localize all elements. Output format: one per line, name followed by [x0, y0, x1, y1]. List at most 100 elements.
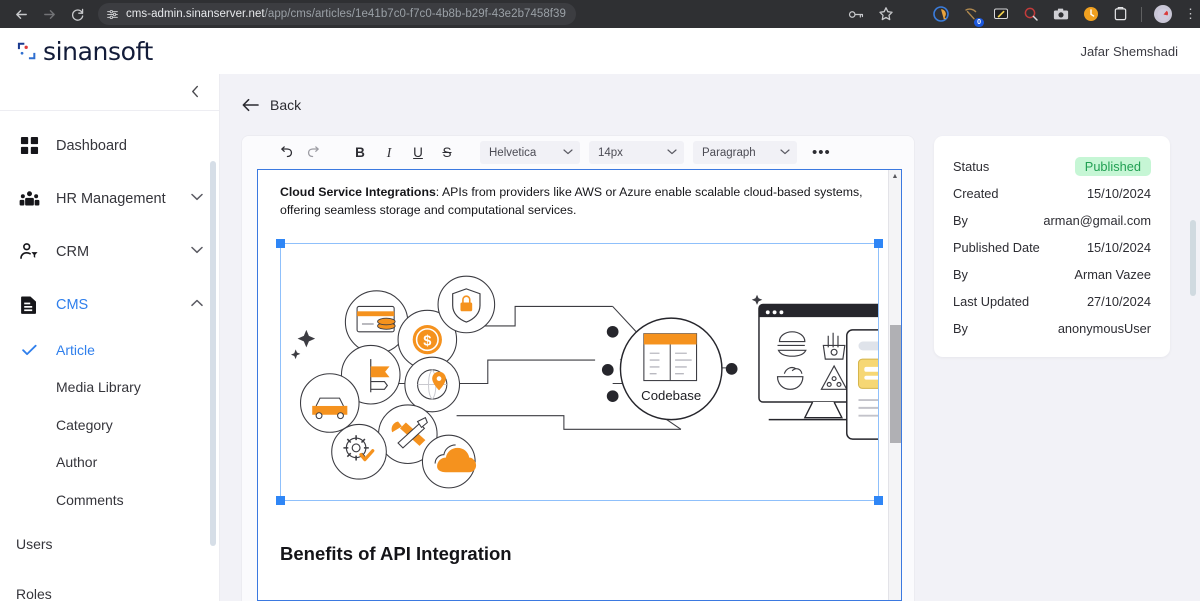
resize-handle-bottom-right[interactable]	[874, 496, 883, 505]
coin-dollar-icon: $	[412, 324, 442, 355]
app-logo[interactable]: sinansoft	[16, 37, 153, 66]
url-host: cms-admin.sinanserver.net	[126, 8, 265, 20]
metadata-row-published-date: Published Date 15/10/2024	[953, 234, 1151, 261]
codebase-label: Codebase	[641, 388, 701, 403]
redo-icon[interactable]	[301, 141, 327, 165]
kebab-menu-icon[interactable]: ⋮	[1184, 7, 1197, 20]
back-button[interactable]: Back	[242, 97, 301, 113]
content-columns: B I U S Helvetica 14px Paragraph ••• Clo…	[220, 136, 1200, 601]
sidebar-item-crm[interactable]: CRM	[0, 225, 219, 278]
browser-actions: 0 ⋮	[848, 5, 1197, 27]
metadata-value: arman@gmail.com	[1043, 213, 1151, 228]
search-magnifier-icon[interactable]	[1022, 6, 1039, 23]
metadata-value: anonymousUser	[1057, 321, 1151, 336]
back-row: Back	[220, 74, 1200, 136]
metadata-value: 15/10/2024	[1086, 240, 1151, 255]
editor-toolbar: B I U S Helvetica 14px Paragraph •••	[242, 136, 914, 169]
metadata-row-created: Created 15/10/2024	[953, 180, 1151, 207]
italic-button[interactable]: I	[376, 141, 402, 165]
browser-reload-button[interactable]	[64, 1, 90, 27]
extension-badge: 0	[974, 17, 984, 27]
sidebar-item-media-library[interactable]: Media Library	[0, 369, 219, 407]
metadata-key: Created	[953, 186, 999, 201]
camera-icon[interactable]	[1052, 6, 1069, 23]
arrow-right-icon	[43, 9, 55, 19]
article-info-column: Status Published Created 15/10/2024 By a…	[934, 136, 1170, 601]
profile-avatar[interactable]	[1154, 5, 1172, 23]
site-settings-icon[interactable]	[106, 8, 119, 21]
browser-forward-button[interactable]	[36, 1, 62, 27]
sidebar-item-users[interactable]: Users	[0, 519, 219, 569]
credit-card-icon	[356, 305, 396, 333]
reload-icon	[71, 8, 83, 21]
sidebar-item-dashboard[interactable]: Dashboard	[0, 119, 219, 172]
app-logo-text: sinansoft	[43, 36, 153, 66]
metadata-key: Last Updated	[953, 294, 1030, 309]
sidebar-item-author[interactable]: Author	[0, 444, 219, 482]
underline-button[interactable]: U	[405, 141, 431, 165]
url-text: cms-admin.sinanserver.net/app/cms/articl…	[126, 8, 566, 20]
api-integration-illustration: $ Codebase	[290, 275, 878, 489]
sidebar: Dashboard HR Management CRM CMS Article …	[0, 74, 220, 601]
page-scrollbar-thumb[interactable]	[1190, 220, 1196, 296]
back-button-label: Back	[270, 97, 302, 113]
browser-back-button[interactable]	[8, 1, 34, 27]
qbittorrent-icon[interactable]	[932, 6, 949, 23]
app-body: Dashboard HR Management CRM CMS Article …	[0, 74, 1200, 601]
editor-scrollbar[interactable]: ▲	[888, 170, 901, 600]
sidebar-item-comments[interactable]: Comments	[0, 481, 219, 519]
chevron-down-icon[interactable]	[191, 193, 203, 204]
block-format-select[interactable]: Paragraph	[693, 141, 797, 164]
key-icon[interactable]	[848, 6, 865, 23]
metadata-key: By	[953, 321, 968, 336]
sidebar-scrollbar-thumb[interactable]	[210, 161, 216, 546]
resize-handle-bottom-left[interactable]	[276, 496, 285, 505]
sidebar-item-label: CMS	[56, 296, 89, 313]
font-size-select[interactable]: 14px	[589, 141, 684, 164]
bold-button[interactable]: B	[347, 141, 373, 165]
svg-text:$: $	[423, 333, 431, 349]
sidebar-item-article[interactable]: Article	[0, 331, 219, 369]
sidebar-scrollbar[interactable]	[210, 161, 216, 573]
star-icon[interactable]	[877, 6, 894, 23]
browser-toolbar: cms-admin.sinanserver.net/app/cms/articl…	[0, 0, 1200, 28]
document-icon	[18, 295, 40, 315]
chevron-left-icon[interactable]	[190, 85, 201, 100]
app-header: sinansoft Jafar Shemshadi	[0, 28, 1200, 74]
article-document[interactable]: Cloud Service Integrations: APIs from pr…	[258, 170, 901, 585]
strikethrough-button[interactable]: S	[434, 141, 460, 165]
chevron-down-icon	[667, 148, 677, 158]
font-family-select[interactable]: Helvetica	[480, 141, 580, 164]
payment-card-overlay	[846, 329, 878, 440]
main-content: Back B I U S Helvetica 14px Paragraph ••…	[220, 74, 1200, 601]
clock-icon[interactable]	[1082, 6, 1099, 23]
editor-canvas[interactable]: Cloud Service Integrations: APIs from pr…	[257, 169, 902, 601]
article-heading[interactable]: Benefits of API Integration	[280, 543, 879, 585]
pickaxe-icon[interactable]: 0	[962, 6, 984, 27]
sidebar-subitem-label: Media Library	[56, 379, 141, 396]
codebase-node: Codebase	[619, 317, 723, 421]
address-bar[interactable]: cms-admin.sinanserver.net/app/cms/articl…	[98, 3, 576, 25]
status-badge: Published	[1074, 157, 1151, 176]
article-image-selection[interactable]: $ Codebase	[276, 239, 883, 505]
highlighter-pen-icon[interactable]	[992, 6, 1009, 23]
clipboard-icon[interactable]	[1112, 6, 1129, 23]
sidebar-item-hr-management[interactable]: HR Management	[0, 172, 219, 225]
header-user-name[interactable]: Jafar Shemshadi	[1080, 44, 1178, 59]
sidebar-item-cms[interactable]: CMS	[0, 278, 219, 331]
article-paragraph[interactable]: Cloud Service Integrations: APIs from pr…	[280, 184, 879, 219]
sidebar-subitem-label: Category	[56, 416, 113, 433]
undo-icon[interactable]	[272, 141, 298, 165]
sidebar-item-roles[interactable]: Roles	[0, 569, 219, 601]
toolbar-divider	[1141, 6, 1142, 22]
block-format-value: Paragraph	[702, 146, 756, 159]
scroll-up-arrow-icon[interactable]: ▲	[892, 173, 899, 180]
more-options-button[interactable]: •••	[812, 144, 831, 161]
metadata-row-published-by: By Arman Vazee	[953, 261, 1151, 288]
chevron-down-icon[interactable]	[191, 246, 203, 257]
arrow-left-icon	[242, 98, 259, 112]
metadata-value: 15/10/2024	[1086, 186, 1151, 201]
chevron-up-icon[interactable]	[191, 299, 203, 310]
editor-scrollbar-thumb[interactable]	[889, 325, 901, 443]
sidebar-item-category[interactable]: Category	[0, 406, 219, 444]
